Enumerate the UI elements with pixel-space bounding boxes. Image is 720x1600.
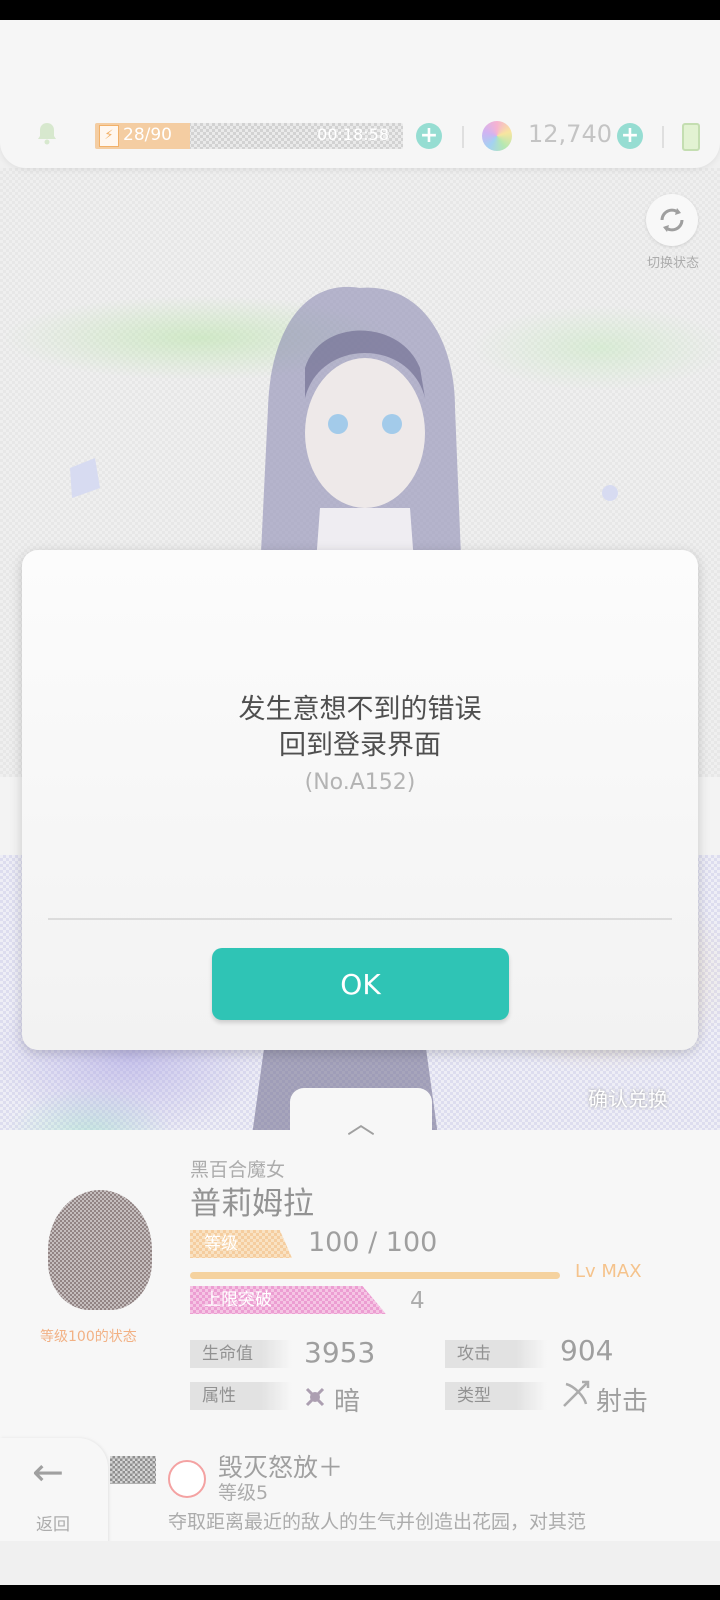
dialog-divider [48,918,672,920]
error-code: (No.A152) [304,770,416,795]
error-dialog: 发生意想不到的错误 回到登录界面 (No.A152) OK [22,550,698,1050]
ok-button[interactable]: OK [212,948,509,1020]
error-instruction: 回到登录界面 [279,730,441,761]
game-screen: ⚡ 28/90 00:18:58 + 12,740 + 切换状态 确认兑换 ︿ … [0,20,720,1585]
error-message: 发生意想不到的错误 [238,694,482,725]
